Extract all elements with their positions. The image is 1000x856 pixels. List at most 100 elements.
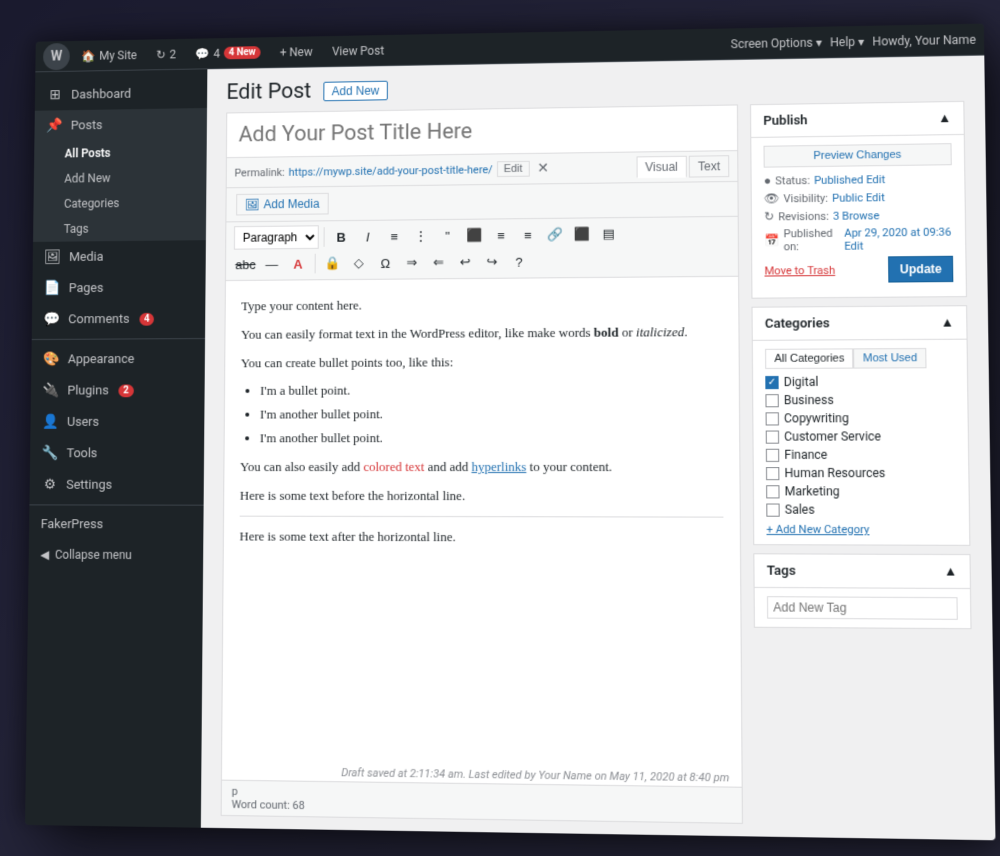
post-title-input[interactable]	[239, 116, 725, 148]
strikethrough-btn[interactable]: abc	[234, 252, 257, 276]
cat-checkbox-customer-service[interactable]	[766, 430, 779, 443]
revisions-label: Revisions:	[778, 209, 829, 223]
add-new-category-link[interactable]: + Add New Category	[766, 523, 956, 537]
add-media-bar: 🖼 Add Media	[226, 182, 737, 222]
text-tab-btn[interactable]: Text	[689, 155, 730, 177]
permalink-url[interactable]: https://mywp.site/add-your-post-title-he…	[289, 163, 493, 178]
color-btn[interactable]: A	[286, 252, 310, 276]
add-new-button[interactable]: Add New	[323, 80, 388, 101]
cat-item-sales: Sales	[766, 502, 956, 517]
new-link[interactable]: + New	[272, 41, 320, 63]
redo-btn[interactable]: ↪	[480, 250, 504, 274]
comments-link[interactable]: 💬 4 4 New	[187, 42, 268, 65]
update-btn[interactable]: Update	[888, 256, 953, 283]
editor-content[interactable]: Type your content here. You can easily f…	[222, 277, 741, 769]
help-btn[interactable]: Help ▾	[830, 34, 864, 49]
editor-main: Permalink: https://mywp.site/add-your-po…	[221, 104, 743, 823]
status-value[interactable]: Published Edit	[814, 173, 885, 187]
revisions-row: ↻ Revisions: 3 Browse	[764, 207, 953, 223]
visibility-value[interactable]: Public Edit	[832, 191, 885, 205]
sidebar-item-categories[interactable]: Categories	[33, 190, 206, 217]
cat-checkbox-marketing[interactable]	[766, 485, 779, 498]
sidebar-item-pages[interactable]: 📄 Pages	[32, 271, 205, 304]
permalink-edit-btn[interactable]: Edit	[497, 161, 530, 177]
sidebar-item-users[interactable]: 👤 Users	[30, 406, 204, 438]
published-value[interactable]: Apr 29, 2020 at 09:36 Edit	[844, 226, 953, 253]
preview-btn[interactable]: Preview Changes	[764, 143, 952, 168]
sidebar-item-posts[interactable]: 📌 Posts	[34, 108, 207, 142]
sidebar-item-tags[interactable]: Tags	[33, 215, 206, 242]
categories-header: Categories ▲	[753, 306, 967, 341]
cat-checkbox-copywriting[interactable]	[766, 412, 779, 425]
tags-box: Tags ▲	[753, 553, 971, 629]
screen-options-btn[interactable]: Screen Options ▾	[731, 35, 822, 51]
comments-sidebar-badge: 4	[139, 312, 154, 325]
cat-item-hr: Human Resources	[766, 466, 956, 480]
link-btn[interactable]: 🔗	[543, 223, 567, 247]
publish-actions-row: Move to Trash Update	[764, 256, 953, 284]
ordered-list-btn[interactable]: ⋮	[409, 224, 433, 248]
hyperlink-text: hyperlinks	[471, 459, 526, 474]
sidebar-item-settings[interactable]: ⚙ Settings	[30, 469, 204, 501]
sidebar-item-tools[interactable]: 🔧 Tools	[30, 437, 204, 469]
horizontal-rule	[240, 516, 724, 518]
bold-btn[interactable]: B	[329, 225, 353, 249]
italic-btn[interactable]: I	[356, 225, 380, 249]
sidebar-item-appearance[interactable]: 🎨 Appearance	[31, 343, 205, 375]
most-used-tab[interactable]: Most Used	[854, 348, 927, 369]
outdent-btn[interactable]: ⇐	[427, 251, 451, 275]
cat-checkbox-finance[interactable]	[766, 448, 779, 461]
howdy-text: Howdy, Your Name	[872, 32, 976, 48]
more-btn[interactable]: ⬛	[570, 222, 594, 246]
blockquote-btn[interactable]: "	[436, 224, 460, 248]
cat-checkbox-business[interactable]	[765, 394, 778, 407]
align-right-btn[interactable]: ≡	[516, 223, 540, 247]
sidebar-item-media[interactable]: 🖼 Media	[33, 240, 206, 273]
move-to-trash-link[interactable]: Move to Trash	[764, 263, 835, 277]
categories-collapse-icon[interactable]: ▲	[940, 314, 954, 330]
sidebar-item-dashboard[interactable]: ⊞ Dashboard	[35, 77, 207, 111]
unordered-list-btn[interactable]: ≡	[382, 224, 406, 248]
tags-input[interactable]	[767, 596, 958, 620]
cat-checkbox-sales[interactable]	[766, 503, 779, 516]
wp-logo-icon[interactable]: W	[43, 42, 70, 69]
right-sidebar: Publish ▲ Preview Changes ● Status: Publ…	[750, 101, 974, 828]
visual-tab-btn[interactable]: Visual	[636, 156, 687, 178]
content-line-4: You can also easily add colored text and…	[240, 457, 723, 478]
add-media-btn[interactable]: 🖼 Add Media	[236, 193, 328, 216]
align-center-btn[interactable]: ≡	[489, 223, 513, 247]
toolbar-row-1: Paragraph B I ≡ ⋮ " ⬛ ≡ ≡ 🔗 ⬛	[234, 221, 730, 250]
help-editor-btn[interactable]: ?	[507, 250, 531, 274]
sidebar-item-plugins[interactable]: 🔌 Plugins 2	[31, 374, 205, 406]
align-left-btn[interactable]: ⬛	[462, 224, 486, 248]
page-title: Edit Post	[226, 79, 311, 105]
collapse-menu-btn[interactable]: ◀ Collapse menu	[29, 540, 204, 570]
tags-collapse-icon[interactable]: ▲	[944, 563, 958, 579]
indent-btn[interactable]: ⇒	[400, 251, 424, 275]
publish-box-content: Preview Changes ● Status: Published Edit…	[751, 135, 966, 298]
close-permalink-btn[interactable]: ✕	[533, 161, 553, 177]
sidebar-item-add-new[interactable]: Add New	[34, 164, 207, 191]
comments-badge: 4 New	[224, 46, 261, 59]
sidebar-item-comments[interactable]: 💬 Comments 4	[32, 303, 206, 335]
sidebar-item-fakerpress[interactable]: FakerPress	[29, 509, 204, 540]
all-categories-tab[interactable]: All Categories	[765, 348, 854, 369]
view-post-link[interactable]: View Post	[324, 39, 392, 62]
toolbar-toggle-btn[interactable]: ▤	[597, 222, 621, 246]
special-char-btn[interactable]: ◇	[347, 251, 371, 275]
updates-link[interactable]: ↻ 2	[148, 43, 184, 65]
revisions-value[interactable]: 3 Browse	[833, 209, 880, 223]
my-site-link[interactable]: 🏠 My Site	[73, 44, 144, 66]
sidebar-item-all-posts[interactable]: All Posts	[34, 139, 207, 167]
lock-btn[interactable]: 🔒	[320, 252, 344, 276]
omega-btn[interactable]: Ω	[373, 251, 397, 275]
paragraph-select[interactable]: Paragraph	[234, 225, 319, 249]
cat-checkbox-hr[interactable]	[766, 466, 779, 479]
comments-icon: 💬	[195, 47, 210, 61]
hr-btn[interactable]: —	[260, 252, 284, 276]
cat-checkbox-digital[interactable]: ✓	[765, 375, 778, 388]
undo-btn[interactable]: ↩	[453, 250, 477, 274]
publish-collapse-icon[interactable]: ▲	[938, 110, 951, 126]
dashboard-icon: ⊞	[46, 87, 63, 103]
visibility-row: 👁 Visibility: Public Edit	[764, 189, 952, 205]
